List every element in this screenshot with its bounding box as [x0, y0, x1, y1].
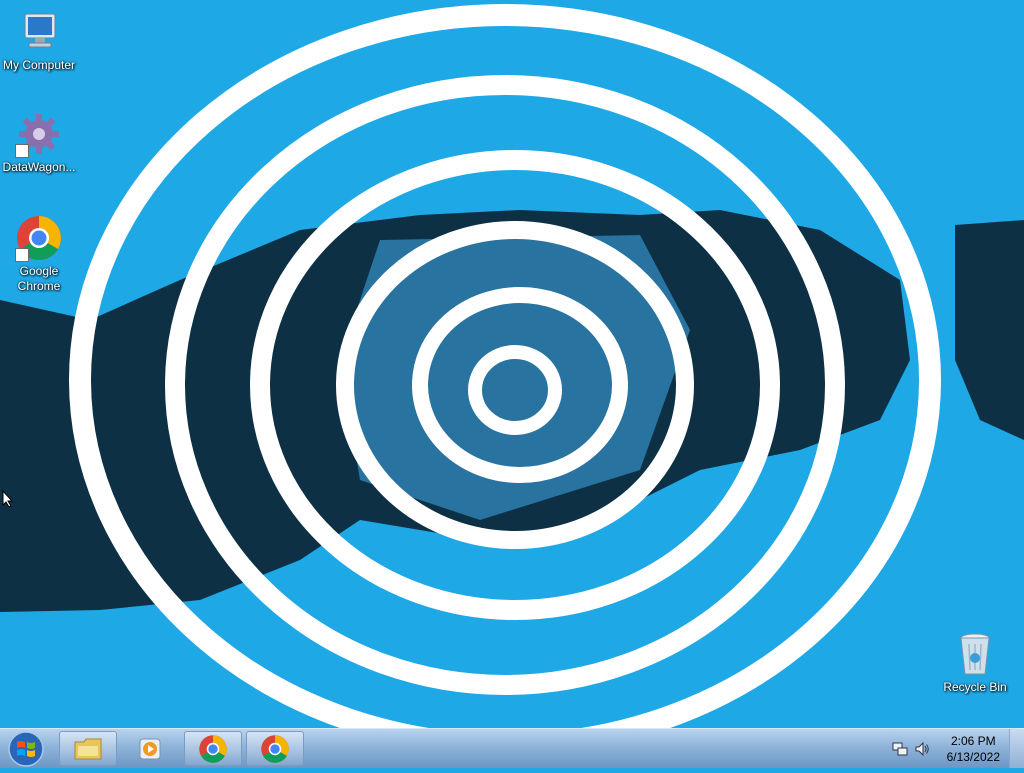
show-desktop-button[interactable] — [1009, 729, 1024, 768]
taskbar: 2:06 PM 6/13/2022 — [0, 728, 1024, 768]
taskbar-chrome-button-1[interactable] — [184, 731, 242, 766]
volume-icon[interactable] — [914, 741, 930, 757]
computer-icon — [15, 8, 63, 56]
desktop-icon-label: Recycle Bin — [943, 680, 1007, 694]
chrome-icon — [261, 734, 289, 763]
desktop-icon-label: Google Chrome — [17, 264, 61, 293]
desktop-icon-google-chrome[interactable]: Google Chrome — [0, 214, 78, 294]
folder-icon — [74, 738, 102, 759]
wallpaper — [0, 0, 1024, 728]
taskbar-media-player-button[interactable] — [121, 731, 179, 766]
chrome-icon — [199, 734, 227, 763]
mouse-cursor-icon — [2, 490, 14, 508]
desktop-icon-recycle-bin[interactable]: Recycle Bin — [936, 630, 1014, 695]
windows-logo-icon — [8, 731, 44, 767]
desktop: My Computer DataWagon... Google Chrome R… — [0, 0, 1024, 728]
network-icon[interactable] — [892, 741, 908, 757]
desktop-icon-datawagon[interactable]: DataWagon... — [0, 110, 78, 175]
desktop-icon-my-computer[interactable]: My Computer — [0, 8, 78, 73]
taskbar-explorer-button[interactable] — [59, 731, 117, 766]
clock-date: 6/13/2022 — [946, 750, 1000, 764]
chrome-icon — [15, 214, 63, 262]
media-player-icon — [139, 738, 161, 759]
recycle-bin-icon — [951, 630, 999, 678]
desktop-icon-label: My Computer — [2, 58, 76, 72]
taskbar-chrome-button-2[interactable] — [246, 731, 304, 766]
desktop-icon-label: DataWagon... — [2, 160, 76, 174]
clock-time: 2:06 PM — [950, 734, 996, 748]
clock[interactable]: 2:06 PM 6/13/2022 — [947, 733, 1000, 765]
system-tray: 2:06 PM 6/13/2022 — [874, 729, 1024, 769]
shortcut-arrow-icon — [15, 144, 29, 158]
gear-icon — [15, 110, 63, 158]
start-button[interactable] — [4, 730, 48, 768]
shortcut-arrow-icon — [15, 248, 29, 262]
